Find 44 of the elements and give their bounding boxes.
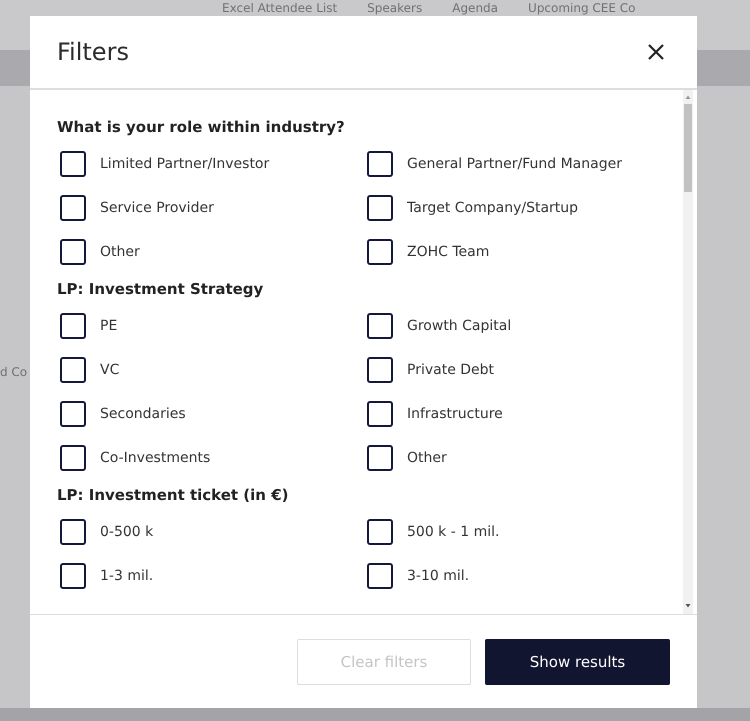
section-heading: LP: Investment Strategy: [57, 279, 264, 300]
checkbox[interactable]: [60, 401, 86, 427]
checkbox[interactable]: [60, 519, 86, 545]
checkbox[interactable]: [60, 445, 86, 471]
checkbox[interactable]: [367, 401, 393, 427]
checkbox[interactable]: [367, 519, 393, 545]
show-results-button[interactable]: Show results: [485, 638, 670, 684]
option-label: 3-10 mil.: [407, 568, 470, 584]
checkbox[interactable]: [367, 313, 393, 339]
checkbox[interactable]: [367, 357, 393, 383]
checkbox[interactable]: [60, 563, 86, 589]
checkbox[interactable]: [367, 151, 393, 177]
option-label: Other: [407, 450, 447, 466]
section-heading: What is your role within industry?: [57, 117, 346, 138]
background-text: d Co: [0, 365, 28, 379]
checkbox[interactable]: [60, 195, 86, 221]
checkbox[interactable]: [367, 563, 393, 589]
option-label: 0-500 k: [100, 524, 154, 540]
option-label: Limited Partner/Investor: [100, 156, 270, 172]
option-label: Target Company/Startup: [407, 200, 578, 216]
option-label: Secondaries: [100, 406, 186, 422]
dialog-title: Filters: [57, 38, 129, 66]
option-label: Other: [100, 244, 140, 260]
checkbox[interactable]: [367, 445, 393, 471]
checkbox[interactable]: [367, 195, 393, 221]
checkbox[interactable]: [367, 239, 393, 265]
option-label: 1-3 mil.: [100, 568, 154, 584]
checkbox[interactable]: [60, 151, 86, 177]
option-label: Growth Capital: [407, 318, 512, 334]
option-label: Infrastructure: [407, 406, 503, 422]
close-icon[interactable]: [647, 43, 665, 61]
checkbox[interactable]: [60, 357, 86, 383]
checkbox[interactable]: [60, 239, 86, 265]
checkbox[interactable]: [60, 313, 86, 339]
option-label: ZOHC Team: [407, 244, 490, 260]
option-label: Private Debt: [407, 362, 494, 378]
option-label: Service Provider: [100, 200, 214, 216]
option-label: General Partner/Fund Manager: [407, 156, 622, 172]
option-label: 500 k - 1 mil.: [407, 524, 500, 540]
section-heading: LP: Investment ticket (in €): [57, 485, 290, 506]
scrollbar[interactable]: [683, 90, 693, 614]
option-label: Co-Investments: [100, 450, 210, 466]
option-label: VC: [100, 362, 120, 378]
option-label: PE: [100, 318, 118, 334]
